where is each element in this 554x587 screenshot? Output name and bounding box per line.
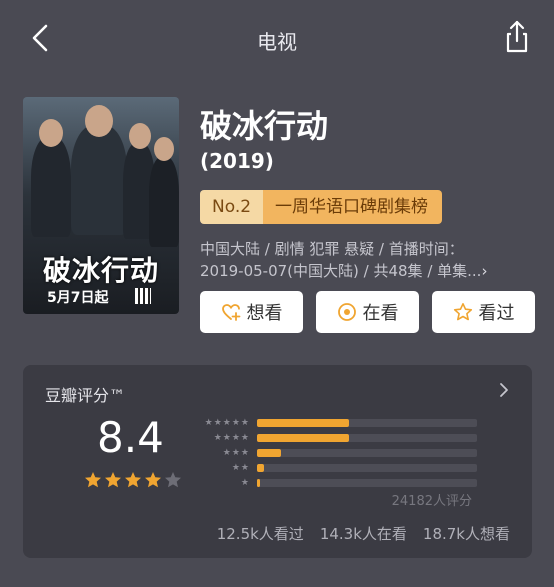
- small-star-icon: ★: [222, 417, 231, 428]
- star-filled-icon: [145, 472, 161, 488]
- info-line-2: 2019-05-07(中国大陆) / 共48集 / 单集...›: [200, 260, 520, 282]
- poster-face: [39, 119, 63, 147]
- watched-count[interactable]: 12.5k人看过: [217, 523, 304, 544]
- distribution-bar-track: [257, 448, 477, 457]
- want-count[interactable]: 18.7k人想看: [423, 523, 510, 544]
- heart-plus-icon: [221, 304, 240, 321]
- distribution-star-label: ★ ★ ★: [193, 448, 249, 458]
- watched-button[interactable]: 看过: [432, 291, 535, 333]
- distribution-row: ★ ★: [193, 460, 477, 475]
- distribution-bar-track: [257, 463, 477, 472]
- info-line-2-text: 2019-05-07(中国大陆) / 共48集 / 单集...: [200, 262, 482, 280]
- distribution-bar-track: [257, 433, 477, 442]
- action-buttons: 想看 在看 看过: [200, 291, 535, 333]
- distribution-bar-fill: [257, 433, 350, 442]
- distribution-bar-track: [257, 418, 477, 427]
- poster-face: [154, 137, 174, 161]
- small-star-icon: ★: [231, 432, 240, 443]
- want-to-watch-button[interactable]: 想看: [200, 291, 303, 333]
- rating-card[interactable]: 豆瓣评分™ 8.4 ★ ★ ★ ★ ★ ★ ★ ★ ★ ★ ★ ★ ★ ★ ★ 24182人评分 12.5k…: [23, 365, 532, 558]
- distribution-star-label: ★ ★ ★ ★: [193, 433, 249, 443]
- small-star-icon: ★: [240, 462, 249, 473]
- small-star-icon: ★: [222, 447, 231, 458]
- rank-list-name: 一周华语口碑剧集榜: [263, 190, 443, 224]
- watching-label: 在看: [362, 303, 399, 324]
- poster-figure: [71, 125, 127, 235]
- distribution-bar-track: [257, 478, 477, 487]
- distribution-row: ★ ★ ★ ★: [193, 430, 477, 445]
- movie-year: (2019): [200, 149, 274, 173]
- poster-logo-text: 破冰行动: [42, 254, 159, 287]
- distribution-row: ★: [193, 475, 477, 490]
- distribution-bar-fill: [257, 448, 282, 457]
- watched-label: 看过: [478, 303, 515, 324]
- small-star-icon: ★: [240, 432, 249, 443]
- distribution-row: ★ ★ ★ ★ ★: [193, 415, 477, 430]
- star-filled-icon: [85, 472, 101, 488]
- nav-bar: 电视: [0, 0, 554, 78]
- poster-qr-code: [135, 288, 151, 304]
- chevron-right-icon: ›: [481, 262, 488, 280]
- info-line-1: 中国大陆 / 剧情 犯罪 悬疑 / 首播时间：: [200, 240, 464, 258]
- poster-image[interactable]: 破冰行动 5月7日起: [23, 97, 179, 314]
- watching-button[interactable]: 在看: [316, 291, 419, 333]
- star-filled-icon: [125, 472, 141, 488]
- want-to-watch-label: 想看: [246, 303, 283, 324]
- chevron-right-icon[interactable]: [498, 381, 510, 399]
- rating-score: 8.4: [97, 413, 164, 462]
- target-icon: [337, 303, 356, 321]
- small-star-icon: ★: [213, 432, 222, 443]
- score-stars: [84, 471, 182, 489]
- distribution-star-label: ★ ★: [193, 463, 249, 473]
- small-star-icon: ★: [204, 417, 213, 428]
- page-title: 电视: [257, 30, 297, 54]
- small-star-icon: ★: [231, 462, 240, 473]
- rating-distribution: ★ ★ ★ ★ ★ ★ ★ ★ ★ ★ ★ ★ ★ ★ ★: [193, 415, 477, 490]
- poster-figure: [149, 157, 179, 247]
- small-star-icon: ★: [213, 417, 222, 428]
- rank-number: No.2: [200, 190, 264, 224]
- distribution-bar-fill: [257, 418, 350, 427]
- distribution-row: ★ ★ ★: [193, 445, 477, 460]
- small-star-icon: ★: [240, 477, 249, 488]
- share-button[interactable]: [502, 18, 532, 54]
- watching-count[interactable]: 14.3k人在看: [320, 523, 407, 544]
- small-star-icon: ★: [240, 447, 249, 458]
- star-empty-icon: [165, 472, 181, 488]
- small-star-icon: ★: [231, 417, 240, 428]
- poster-face: [85, 105, 113, 137]
- movie-title: 破冰行动: [200, 107, 329, 145]
- poster-date-text: 5月7日起: [47, 290, 109, 306]
- poster-face: [129, 123, 151, 149]
- distribution-bar-fill: [257, 478, 260, 487]
- star-filled-icon: [105, 472, 121, 488]
- distribution-bar-fill: [257, 463, 264, 472]
- distribution-star-label: ★ ★ ★ ★ ★: [193, 418, 249, 428]
- distribution-star-label: ★: [193, 478, 249, 488]
- poster-figure: [31, 137, 71, 237]
- small-star-icon: ★: [231, 447, 240, 458]
- movie-info[interactable]: 中国大陆 / 剧情 犯罪 悬疑 / 首播时间： 2019-05-07(中国大陆)…: [200, 238, 520, 282]
- rank-badge[interactable]: No.2 一周华语口碑剧集榜: [200, 190, 443, 224]
- small-star-icon: ★: [222, 432, 231, 443]
- small-star-icon: ★: [240, 417, 249, 428]
- star-outline-icon: [453, 302, 472, 321]
- share-icon: [506, 20, 528, 53]
- rating-title: 豆瓣评分™: [45, 386, 126, 405]
- watch-stats: 12.5k人看过 14.3k人在看 18.7k人想看: [23, 523, 532, 544]
- vote-count: 24182人评分: [391, 494, 472, 509]
